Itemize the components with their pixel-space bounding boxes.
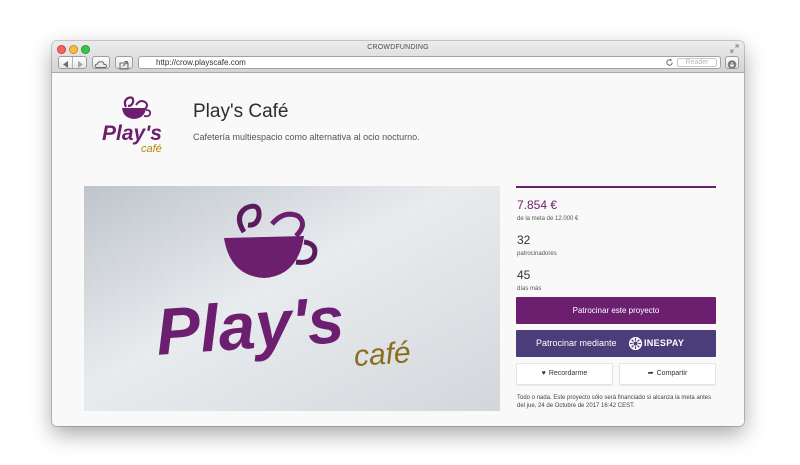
project-subtitle: Cafetería multiespacio como alternativa …	[193, 132, 420, 142]
inespay-logo-icon	[628, 336, 643, 351]
remember-button[interactable]: ♥ Recordarme	[516, 363, 613, 385]
svg-text:Play's: Play's	[102, 122, 162, 145]
amount-raised: 7.854 €	[517, 198, 558, 212]
inespay-button[interactable]: Patrocinar mediante INESPAY	[516, 330, 716, 357]
days-label: días más	[517, 286, 542, 292]
heart-icon: ♥	[541, 370, 546, 377]
address-bar[interactable]: http://crow.playscafe.com Reader	[138, 56, 721, 69]
browser-window: CROWDFUNDING http://crow.playscafe.com R…	[52, 41, 744, 426]
share-icon[interactable]	[115, 56, 133, 70]
remember-label: Recordarme	[548, 370, 588, 377]
back-project-button[interactable]: Patrocinar este proyecto	[516, 297, 716, 324]
backers-count: 32	[517, 233, 531, 247]
plays-cafe-logo: Play's café	[102, 96, 162, 155]
inespay-button-label: Patrocinar mediante	[536, 338, 617, 348]
backers-label: patrocinadores	[517, 251, 557, 257]
funding-disclaimer: Todo o nada. Este proyecto sólo será fin…	[517, 395, 712, 409]
project-title: Play's Café	[193, 101, 289, 122]
download-icon[interactable]	[725, 56, 739, 69]
page-content: Play's café Play's Café Cafetería multie…	[52, 74, 744, 426]
url-text[interactable]: http://crow.playscafe.com	[156, 58, 246, 67]
svg-text:Play's: Play's	[154, 282, 347, 369]
back-forward-group	[58, 56, 87, 69]
arrow-left-icon[interactable]	[59, 57, 73, 68]
share-label: Compartir	[656, 370, 688, 377]
svg-text:café: café	[141, 143, 162, 155]
reader-button[interactable]: Reader	[677, 58, 717, 67]
share-arrow-icon: ➦	[647, 370, 654, 377]
panel-divider	[516, 186, 716, 188]
funding-goal: de la meta de 12.000 €	[517, 216, 579, 222]
browser-toolbar: CROWDFUNDING http://crow.playscafe.com R…	[52, 41, 744, 73]
share-button[interactable]: ➦ Compartir	[619, 363, 716, 385]
svg-text:café: café	[353, 336, 412, 373]
reload-icon[interactable]	[665, 58, 674, 67]
window-title: CROWDFUNDING	[367, 44, 429, 51]
project-hero-image: Play's café	[84, 186, 500, 411]
arrow-right-icon[interactable]	[73, 57, 87, 68]
fullscreen-icon[interactable]	[730, 44, 739, 53]
cloud-icon[interactable]	[92, 56, 110, 69]
days-left: 45	[517, 268, 531, 282]
inespay-brand: INESPAY	[644, 338, 685, 348]
